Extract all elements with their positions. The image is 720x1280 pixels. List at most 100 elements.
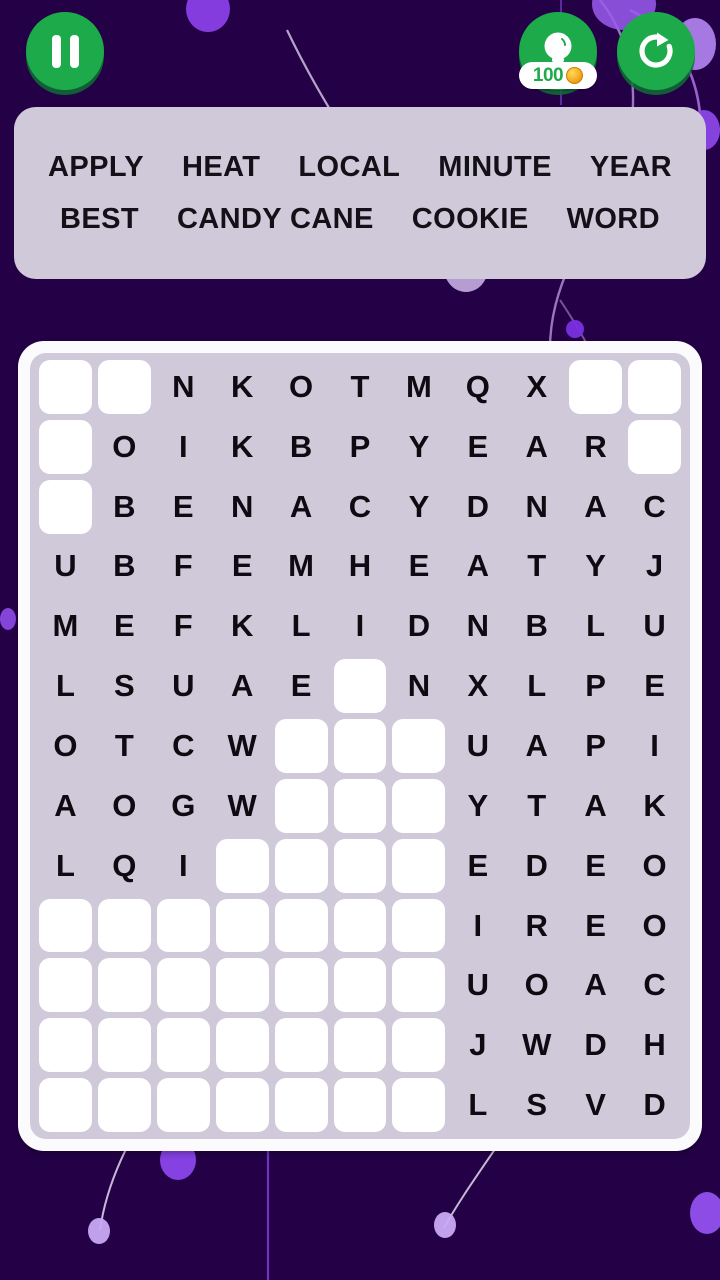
grid-cell[interactable]: C (625, 477, 684, 537)
grid-cell-found[interactable] (154, 1075, 213, 1135)
grid-cell[interactable]: Q (448, 357, 507, 417)
grid-cell[interactable]: E (566, 836, 625, 896)
grid-cell-found[interactable] (625, 417, 684, 477)
grid-cell[interactable]: C (154, 716, 213, 776)
grid-cell[interactable]: A (448, 537, 507, 597)
grid-cell-found[interactable] (272, 836, 331, 896)
word-item[interactable]: LOCAL (298, 151, 400, 184)
word-item[interactable]: HEAT (182, 151, 260, 184)
pause-button[interactable] (26, 12, 104, 90)
grid-cell[interactable]: N (507, 477, 566, 537)
grid-cell[interactable]: K (213, 596, 272, 656)
grid-cell[interactable]: T (331, 357, 390, 417)
grid-cell[interactable]: B (507, 596, 566, 656)
grid-cell[interactable]: E (272, 656, 331, 716)
grid-cell[interactable]: T (507, 537, 566, 597)
grid-cell[interactable]: U (448, 955, 507, 1015)
grid-cell[interactable]: A (566, 477, 625, 537)
grid-cell[interactable]: B (95, 537, 154, 597)
grid-cell-found[interactable] (154, 896, 213, 956)
grid-cell[interactable]: O (625, 896, 684, 956)
grid-cell[interactable]: O (95, 776, 154, 836)
grid-cell[interactable]: R (566, 417, 625, 477)
grid-cell-found[interactable] (331, 955, 390, 1015)
word-item[interactable]: YEAR (590, 151, 672, 184)
grid-cell-found[interactable] (389, 1015, 448, 1075)
grid-cell-found[interactable] (36, 417, 95, 477)
grid-cell-found[interactable] (213, 896, 272, 956)
grid-cell[interactable]: A (272, 477, 331, 537)
grid-cell[interactable]: L (566, 596, 625, 656)
grid-cell[interactable]: X (507, 357, 566, 417)
word-item[interactable]: WORD (567, 203, 660, 236)
grid-cell[interactable]: S (95, 656, 154, 716)
grid-cell-found[interactable] (95, 955, 154, 1015)
grid-cell[interactable]: I (625, 716, 684, 776)
grid-cell[interactable]: I (154, 417, 213, 477)
word-item[interactable]: BEST (60, 203, 139, 236)
word-item[interactable]: COOKIE (412, 203, 529, 236)
grid-cell-found[interactable] (95, 1075, 154, 1135)
grid-cell[interactable]: I (448, 896, 507, 956)
grid-cell[interactable]: N (389, 656, 448, 716)
grid-cell[interactable]: T (507, 776, 566, 836)
grid-cell-found[interactable] (272, 1075, 331, 1135)
grid-cell[interactable]: J (448, 1015, 507, 1075)
grid-cell[interactable]: X (448, 656, 507, 716)
word-item[interactable]: APPLY (48, 151, 144, 184)
grid-cell[interactable]: B (95, 477, 154, 537)
grid-cell[interactable]: A (566, 776, 625, 836)
grid-cell[interactable]: L (272, 596, 331, 656)
grid-cell[interactable]: D (389, 596, 448, 656)
grid-cell-found[interactable] (566, 357, 625, 417)
grid-cell[interactable]: E (448, 836, 507, 896)
grid-cell[interactable]: F (154, 537, 213, 597)
grid-cell[interactable]: A (507, 716, 566, 776)
grid-cell-found[interactable] (95, 1015, 154, 1075)
word-item[interactable]: MINUTE (438, 151, 552, 184)
grid-cell-found[interactable] (213, 836, 272, 896)
grid-cell[interactable]: U (154, 656, 213, 716)
grid-cell-found[interactable] (272, 955, 331, 1015)
grid-cell-found[interactable] (331, 1015, 390, 1075)
grid-cell-found[interactable] (389, 896, 448, 956)
grid-cell[interactable]: H (625, 1015, 684, 1075)
grid-cell-found[interactable] (36, 357, 95, 417)
grid-cell[interactable]: C (331, 477, 390, 537)
grid-cell-found[interactable] (95, 896, 154, 956)
grid-cell[interactable]: W (507, 1015, 566, 1075)
grid-cell[interactable]: B (272, 417, 331, 477)
grid-cell[interactable]: A (507, 417, 566, 477)
grid-cell[interactable]: O (507, 955, 566, 1015)
grid-cell[interactable]: I (154, 836, 213, 896)
grid-cell-found[interactable] (331, 656, 390, 716)
grid-cell-found[interactable] (389, 1075, 448, 1135)
grid-cell-found[interactable] (331, 896, 390, 956)
grid-cell[interactable]: Y (566, 537, 625, 597)
grid-cell[interactable]: A (213, 656, 272, 716)
grid-cell[interactable]: I (331, 596, 390, 656)
grid-cell[interactable]: E (213, 537, 272, 597)
word-search-grid[interactable]: NKOTMQXOIKBPYEARBENACYDNACUBFEMHEATYJMEF… (30, 353, 690, 1139)
grid-cell[interactable]: D (566, 1015, 625, 1075)
grid-cell[interactable]: O (272, 357, 331, 417)
grid-cell[interactable]: P (331, 417, 390, 477)
grid-cell[interactable]: L (507, 656, 566, 716)
grid-cell-found[interactable] (389, 716, 448, 776)
grid-cell[interactable]: H (331, 537, 390, 597)
grid-cell[interactable]: D (448, 477, 507, 537)
grid-cell[interactable]: N (154, 357, 213, 417)
refresh-button[interactable] (617, 12, 695, 90)
grid-cell-found[interactable] (36, 896, 95, 956)
grid-cell-found[interactable] (331, 776, 390, 836)
grid-cell[interactable]: L (448, 1075, 507, 1135)
grid-cell[interactable]: Y (389, 417, 448, 477)
grid-cell[interactable]: C (625, 955, 684, 1015)
grid-cell[interactable]: K (213, 357, 272, 417)
grid-cell-found[interactable] (331, 836, 390, 896)
grid-cell-found[interactable] (272, 716, 331, 776)
grid-cell-found[interactable] (272, 896, 331, 956)
grid-cell[interactable]: O (95, 417, 154, 477)
grid-cell[interactable]: K (625, 776, 684, 836)
grid-cell-found[interactable] (272, 1015, 331, 1075)
